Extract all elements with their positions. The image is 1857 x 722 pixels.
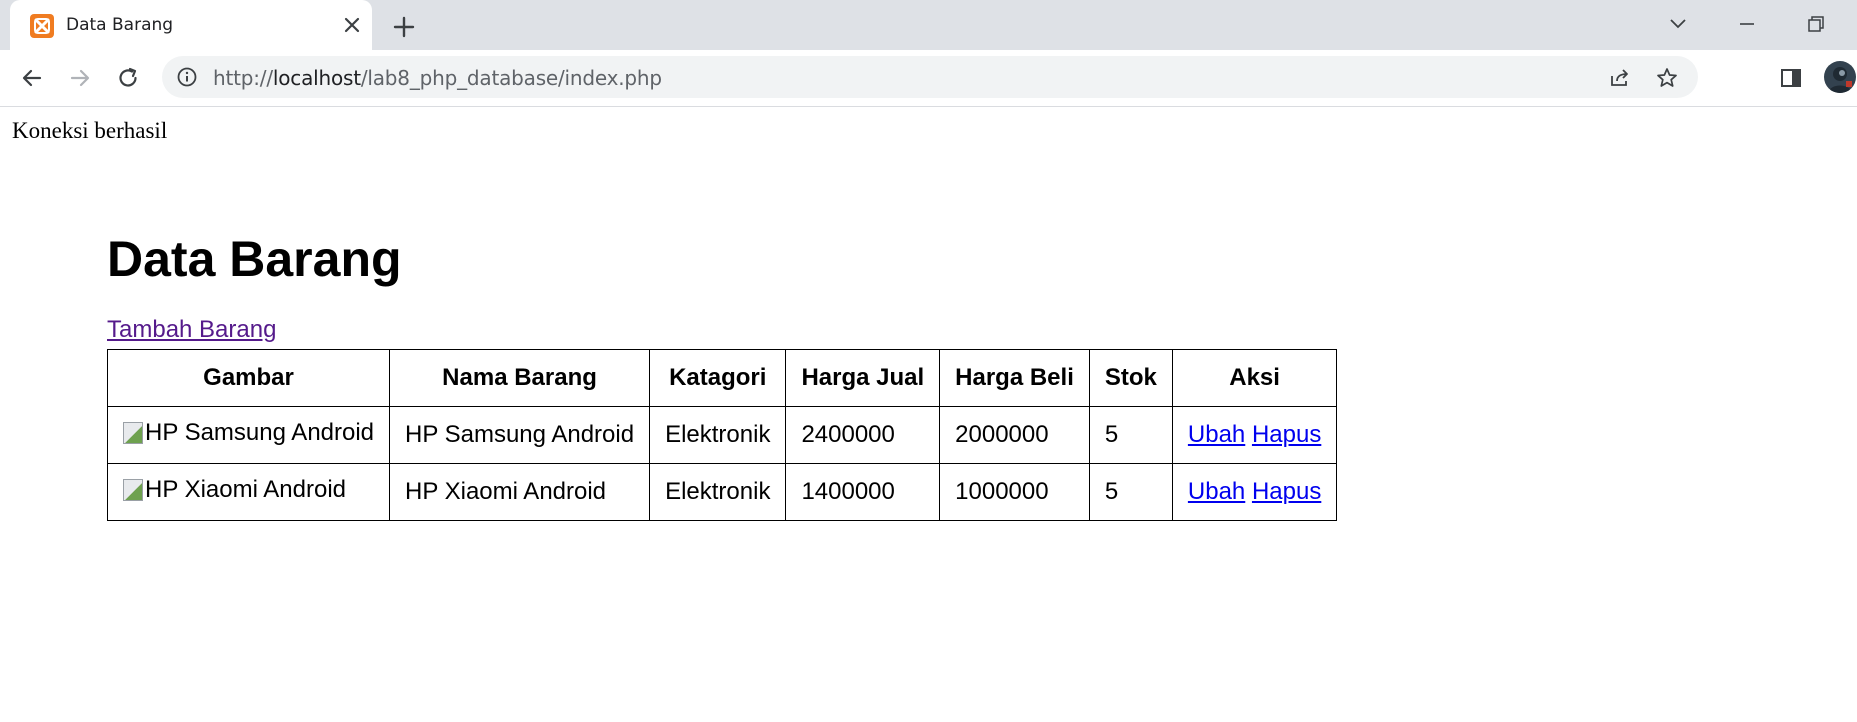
minimize-icon[interactable] xyxy=(1735,12,1759,36)
item-category: Elektronik xyxy=(649,406,787,464)
browser-toolbar: http://localhost/lab8_php_database/index… xyxy=(0,50,1857,107)
item-actions: Ubah Hapus xyxy=(1171,463,1338,521)
side-panel-icon[interactable] xyxy=(1778,65,1804,91)
item-buy-price: 1000000 xyxy=(939,463,1090,521)
column-header-nama-barang: Nama Barang xyxy=(389,349,651,407)
delete-link[interactable]: Hapus xyxy=(1252,478,1321,505)
star-icon[interactable] xyxy=(1655,66,1679,90)
forward-arrow-icon[interactable] xyxy=(67,65,93,91)
item-sell-price: 1400000 xyxy=(785,463,941,521)
delete-link[interactable]: Hapus xyxy=(1252,421,1321,448)
back-arrow-icon[interactable] xyxy=(19,65,45,91)
table-row: HP Samsung Android HP Samsung Android El… xyxy=(106,406,1338,464)
edit-link[interactable]: Ubah xyxy=(1188,478,1245,505)
avatar[interactable] xyxy=(1824,61,1856,93)
connection-status: Koneksi berhasil xyxy=(12,118,168,143)
reload-icon[interactable] xyxy=(115,65,141,91)
item-image-cell: HP Xiaomi Android xyxy=(106,463,391,521)
column-header-gambar: Gambar xyxy=(106,349,391,407)
info-icon[interactable] xyxy=(176,66,198,88)
items-table: Gambar Nama Barang Katagori Harga Jual H… xyxy=(106,349,1338,521)
address-bar[interactable]: http://localhost/lab8_php_database/index… xyxy=(162,56,1698,98)
broken-image-icon xyxy=(123,422,143,444)
table-row: HP Xiaomi Android HP Xiaomi Android Elek… xyxy=(106,463,1338,521)
item-category: Elektronik xyxy=(649,463,787,521)
table-header-row: Gambar Nama Barang Katagori Harga Jual H… xyxy=(106,349,1338,407)
xampp-favicon-icon xyxy=(30,14,54,38)
item-stock: 5 xyxy=(1088,406,1173,464)
item-name: HP Samsung Android xyxy=(389,406,651,464)
column-header-harga-jual: Harga Jual xyxy=(785,349,941,407)
item-image: HP Xiaomi Android xyxy=(123,476,346,504)
column-header-stok: Stok xyxy=(1088,349,1173,407)
item-buy-price: 2000000 xyxy=(939,406,1090,464)
close-icon[interactable] xyxy=(340,13,364,37)
url-text[interactable]: http://localhost/lab8_php_database/index… xyxy=(213,66,662,90)
edit-link[interactable]: Ubah xyxy=(1188,421,1245,448)
page-content: Koneksi berhasil Data Barang Tambah Bara… xyxy=(0,107,1857,722)
item-image-cell: HP Samsung Android xyxy=(106,406,391,464)
broken-image-icon xyxy=(123,479,143,501)
restore-icon[interactable] xyxy=(1804,12,1828,36)
item-sell-price: 2400000 xyxy=(785,406,941,464)
plus-icon[interactable] xyxy=(390,13,418,41)
browser-tab[interactable]: Data Barang xyxy=(10,0,372,50)
chevron-down-icon[interactable] xyxy=(1666,12,1690,36)
column-header-aksi: Aksi xyxy=(1171,349,1338,407)
item-image-alt: HP Xiaomi Android xyxy=(145,476,346,503)
item-stock: 5 xyxy=(1088,463,1173,521)
add-item-link[interactable]: Tambah Barang xyxy=(107,316,276,344)
item-name: HP Xiaomi Android xyxy=(389,463,651,521)
item-image: HP Samsung Android xyxy=(123,419,374,447)
page-title: Data Barang xyxy=(107,231,402,287)
column-header-katagori: Katagori xyxy=(649,349,787,407)
tab-title: Data Barang xyxy=(66,15,174,35)
main-container: Data Barang Tambah Barang Gambar Nama Ba… xyxy=(106,231,1338,521)
share-icon[interactable] xyxy=(1608,66,1632,90)
tab-strip: Data Barang xyxy=(0,0,1857,50)
item-image-alt: HP Samsung Android xyxy=(145,419,375,446)
column-header-harga-beli: Harga Beli xyxy=(939,349,1090,407)
item-actions: Ubah Hapus xyxy=(1171,406,1338,464)
